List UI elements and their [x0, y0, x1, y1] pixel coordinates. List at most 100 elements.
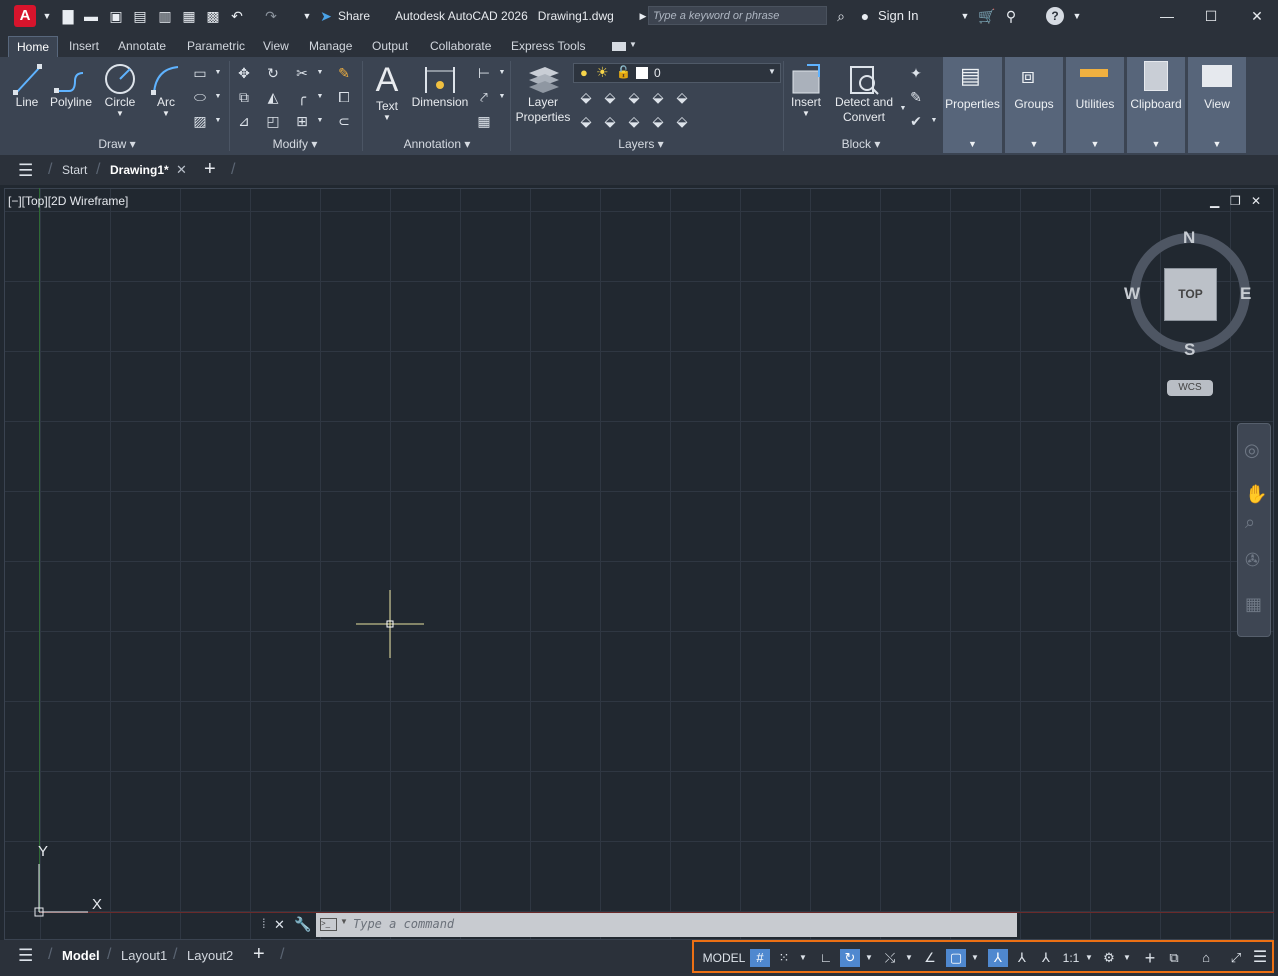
viewport-restore-icon[interactable]: ❐ — [1230, 194, 1241, 208]
move-icon[interactable]: ✥ — [234, 63, 254, 83]
command-input[interactable]: Type a command — [353, 917, 454, 931]
share-icon[interactable]: ➤ — [317, 7, 335, 25]
groups-tile[interactable]: ⧈ Groups ▼ — [1005, 57, 1063, 153]
app-menu-button[interactable]: A — [14, 5, 36, 27]
tab-parametric[interactable]: Parametric — [179, 38, 253, 57]
help-icon[interactable]: ? — [1046, 7, 1064, 25]
mirror-icon[interactable]: ◭ — [263, 87, 283, 107]
layer-state-icon[interactable]: ⬙ — [576, 87, 596, 107]
copy-icon[interactable]: ⧉ — [234, 87, 254, 107]
customize-toolbar-icon[interactable]: ▼ — [298, 7, 316, 25]
chevron-down-icon[interactable]: ▼ — [943, 139, 1002, 149]
layer-unlock-icon[interactable]: ⬙ — [648, 111, 668, 131]
chevron-down-icon[interactable]: ▼ — [629, 40, 637, 49]
drawing-canvas[interactable] — [4, 188, 1274, 940]
object-snap-icon[interactable]: ▢ — [946, 949, 966, 967]
stretch-icon[interactable]: ⊿ — [234, 111, 254, 131]
minimize-button[interactable]: — — [1153, 5, 1181, 27]
open-folder-icon[interactable]: ▬ — [82, 7, 100, 25]
units-icon[interactable]: ⧉ — [1164, 949, 1184, 967]
command-prompt-icon[interactable]: >_ — [320, 918, 337, 931]
hatch-icon[interactable]: ▨ — [190, 111, 210, 131]
isolate-objects-icon[interactable]: ⌂ — [1196, 949, 1216, 967]
annotation-monitor-icon[interactable]: + — [1140, 949, 1160, 967]
tab-insert[interactable]: Insert — [61, 38, 107, 57]
circle-button[interactable]: Circle ▼ — [102, 63, 138, 118]
tab-drawing1[interactable]: Drawing1* — [110, 163, 169, 177]
chevron-down-icon[interactable]: ▼ — [862, 949, 876, 967]
close-tab-icon[interactable]: ✕ — [176, 162, 187, 178]
chevron-down-icon[interactable]: ▼ — [902, 949, 916, 967]
arc-button[interactable]: Arc ▼ — [150, 63, 182, 118]
detect-convert-button[interactable]: Detect and Convert — [832, 63, 896, 125]
wcs-menu[interactable]: WCS — [1167, 380, 1213, 396]
modify-panel-title[interactable]: Modify ▾ — [255, 137, 335, 151]
chevron-down-icon[interactable]: ▼ — [310, 63, 330, 83]
chevron-down-icon[interactable]: ▼ — [310, 111, 330, 131]
offset-icon[interactable]: ⊂ — [334, 111, 354, 131]
redo-icon[interactable]: ↷ — [262, 7, 280, 25]
polar-tracking-icon[interactable]: ↻ — [840, 949, 860, 967]
chevron-down-icon[interactable]: ▼ — [1127, 139, 1185, 149]
hamburger-menu-icon[interactable]: ☰ — [18, 161, 33, 181]
chevron-down-icon[interactable]: ▼ — [492, 63, 512, 83]
close-command-icon[interactable]: ✕ — [274, 917, 285, 933]
tab-view[interactable]: View — [255, 38, 297, 57]
scale-icon[interactable]: ◰ — [263, 111, 283, 131]
chevron-down-icon[interactable]: ▼ — [1120, 949, 1134, 967]
share-button[interactable]: Share — [338, 9, 370, 23]
new-layout-icon[interactable]: + — [253, 943, 265, 966]
rotate-icon[interactable]: ↻ — [263, 63, 283, 83]
tab-annotate[interactable]: Annotate — [110, 38, 174, 57]
tab-home[interactable]: Home — [8, 36, 59, 58]
leader-icon[interactable]: ⤤ — [474, 87, 494, 107]
utilities-tile[interactable]: Utilities ▼ — [1066, 57, 1124, 153]
viewport-controls[interactable]: [−][Top][2D Wireframe] — [8, 194, 128, 208]
trim-icon[interactable]: ✂ — [292, 63, 312, 83]
customization-menu-icon[interactable]: ☰ — [1250, 949, 1270, 967]
chevron-down-icon[interactable]: ▼ — [1082, 949, 1096, 967]
chevron-down-icon[interactable]: ▼ — [787, 109, 825, 118]
orbit-icon[interactable]: ✇ — [1245, 550, 1260, 571]
tab-collaborate[interactable]: Collaborate — [422, 38, 499, 57]
save-icon[interactable]: ▣ — [107, 7, 125, 25]
array-icon[interactable]: ⊞ — [292, 111, 312, 131]
chevron-down-icon[interactable]: ▼ — [1005, 139, 1063, 149]
tab-output[interactable]: Output — [364, 38, 416, 57]
chevron-down-icon[interactable]: ▼ — [370, 113, 404, 122]
viewcube-top-face[interactable]: TOP — [1164, 268, 1217, 321]
viewport-close-icon[interactable]: ✕ — [1251, 194, 1261, 208]
save-web-icon[interactable]: ▦ — [180, 7, 198, 25]
steering-wheel-icon[interactable]: ◎ — [1244, 440, 1260, 461]
undo-icon[interactable]: ↶ — [228, 7, 246, 25]
chevron-down-icon[interactable]: ▼ — [208, 111, 228, 131]
cart-icon[interactable]: 🛒 — [978, 7, 996, 25]
save-as-icon[interactable]: ▤ — [131, 7, 149, 25]
chevron-down-icon[interactable]: ▼ — [208, 87, 228, 107]
erase-icon[interactable]: ✎ — [334, 63, 354, 83]
linear-dimension-icon[interactable]: ⊢ — [474, 63, 494, 83]
search-input[interactable]: Type a keyword or phrase — [648, 6, 827, 25]
ribbon-minimize-icon[interactable] — [612, 42, 626, 51]
chevron-down-icon[interactable]: ▼ — [102, 109, 138, 118]
tab-layout1[interactable]: Layout1 — [121, 948, 167, 963]
new-tab-icon[interactable]: + — [204, 158, 216, 181]
ellipse-icon[interactable]: ⬭ — [190, 87, 210, 107]
pan-icon[interactable]: ✋ — [1245, 484, 1267, 505]
isodraft-icon[interactable]: ⤯ — [880, 949, 900, 967]
chevron-down-icon[interactable]: ▼ — [208, 63, 228, 83]
chevron-down-icon[interactable]: ▼ — [492, 87, 512, 107]
chevron-down-icon[interactable]: ▼ — [38, 7, 56, 25]
layers-panel-title[interactable]: Layers ▾ — [606, 137, 676, 151]
grid-icon[interactable]: # — [750, 949, 770, 967]
chevron-down-icon[interactable]: ▼ — [924, 111, 944, 131]
clipboard-tile[interactable]: Clipboard ▼ — [1127, 57, 1185, 153]
tab-layout2[interactable]: Layout2 — [187, 948, 233, 963]
tab-express-tools[interactable]: Express Tools — [503, 38, 593, 57]
create-block-icon[interactable]: ✦ — [906, 63, 926, 83]
tab-model[interactable]: Model — [62, 948, 100, 963]
command-grip-icon[interactable]: ⁞ — [262, 916, 266, 931]
edit-attributes-icon[interactable]: ✔ — [906, 111, 926, 131]
search-icon[interactable]: ⌕ — [832, 7, 850, 25]
edit-block-icon[interactable]: ✎ — [906, 87, 926, 107]
